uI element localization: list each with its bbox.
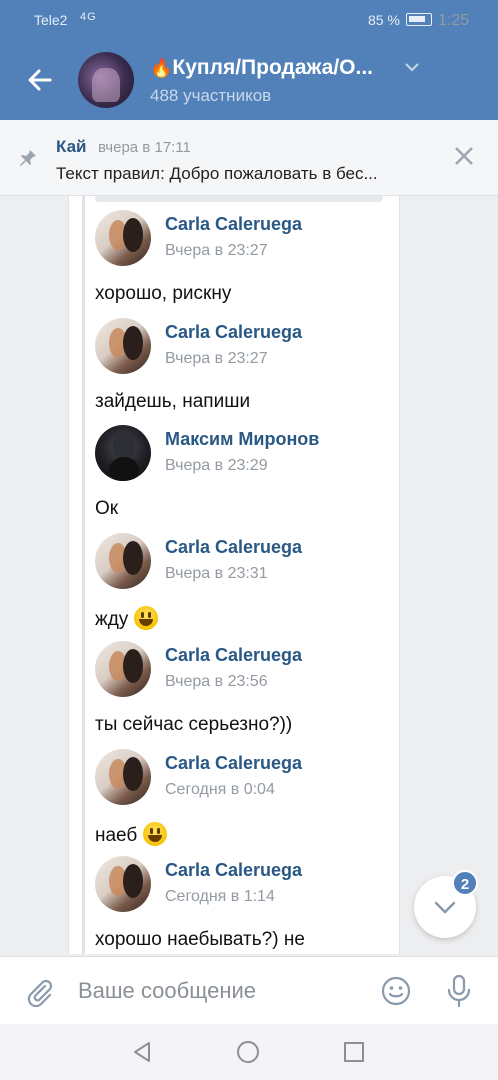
- microphone-icon[interactable]: [446, 973, 472, 1009]
- card-top-strip: [95, 196, 383, 202]
- message-text: зайдешь, напиши: [95, 391, 251, 412]
- message-time: Вчера в 23:31: [165, 565, 268, 582]
- avatar[interactable]: [95, 641, 151, 697]
- message-feed[interactable]: Carla Caleruega Вчера в 23:27 хорошо, ри…: [0, 196, 498, 954]
- battery-icon: [406, 13, 432, 26]
- avatar[interactable]: [95, 749, 151, 805]
- system-navigation-bar: [0, 1024, 498, 1080]
- message-author[interactable]: Carla Caleruega: [165, 214, 302, 235]
- status-bar: Tele2 4G 85 % 1:25: [0, 0, 498, 42]
- chevron-down-icon: [432, 894, 458, 920]
- pinned-message[interactable]: Кай вчера в 17:11 Текст правил: Добро по…: [0, 120, 498, 196]
- message-author[interactable]: Carla Caleruega: [165, 860, 302, 881]
- paperclip-icon[interactable]: [24, 977, 54, 1008]
- message-text: наеб: [95, 822, 168, 847]
- message-author[interactable]: Максим Миронов: [165, 429, 319, 450]
- fire-icon: 🔥: [150, 58, 173, 78]
- battery-label: 85 %: [368, 12, 400, 28]
- message-author[interactable]: Carla Caleruega: [165, 645, 302, 666]
- message-time: Вчера в 23:27: [165, 242, 268, 259]
- back-arrow-icon[interactable]: [24, 64, 56, 96]
- forward-indicator-bar: [82, 196, 85, 954]
- message-time: Вчера в 23:27: [165, 350, 268, 367]
- nav-recents-icon[interactable]: [343, 1041, 365, 1063]
- message-time: Сегодня в 0:04: [165, 781, 275, 798]
- message-input[interactable]: [78, 973, 358, 1009]
- signal-icon: 4G: [80, 11, 97, 23]
- chevron-down-icon[interactable]: [404, 60, 420, 78]
- close-icon[interactable]: [452, 144, 476, 168]
- avatar[interactable]: [95, 318, 151, 374]
- message-composer: [0, 956, 498, 1024]
- avatar[interactable]: [95, 210, 151, 266]
- message-text: хорошо, рискну: [95, 283, 232, 304]
- carrier-label: Tele2: [34, 12, 68, 28]
- members-count: 488 участников: [150, 86, 272, 105]
- unread-badge: 2: [452, 870, 478, 896]
- message-text: ты сейчас серьезно?)): [95, 714, 293, 735]
- grinning-face-icon: [134, 606, 159, 630]
- message-time: Вчера в 23:56: [165, 673, 268, 690]
- clock: 1:25: [438, 12, 470, 29]
- chat-header: 🔥Купля/Продажа/О... 488 участников: [0, 42, 498, 120]
- chat-title[interactable]: 🔥Купля/Продажа/О...: [150, 56, 373, 80]
- smiley-icon[interactable]: [380, 975, 412, 1007]
- message-author[interactable]: Carla Caleruega: [165, 537, 302, 558]
- avatar[interactable]: [95, 533, 151, 589]
- message-text: хорошо наебывать?) не: [95, 929, 305, 950]
- nav-back-icon[interactable]: [130, 1040, 154, 1064]
- message-time: Сегодня в 1:14: [165, 888, 275, 905]
- pinned-text: Текст правил: Добро пожаловать в бес...: [56, 164, 378, 183]
- avatar[interactable]: [95, 425, 151, 481]
- avatar[interactable]: [95, 856, 151, 912]
- grinning-face-icon: [143, 822, 168, 846]
- message-time: Вчера в 23:29: [165, 457, 268, 474]
- pin-icon: [18, 148, 38, 168]
- chat-avatar[interactable]: [78, 52, 134, 108]
- message-text: жду: [95, 606, 159, 631]
- message-author[interactable]: Carla Caleruega: [165, 322, 302, 343]
- nav-home-icon[interactable]: [236, 1040, 260, 1064]
- pinned-author[interactable]: Кай: [56, 137, 87, 157]
- message-text: Ок: [95, 498, 119, 519]
- pinned-time: вчера в 17:11: [98, 139, 191, 156]
- message-author[interactable]: Carla Caleruega: [165, 753, 302, 774]
